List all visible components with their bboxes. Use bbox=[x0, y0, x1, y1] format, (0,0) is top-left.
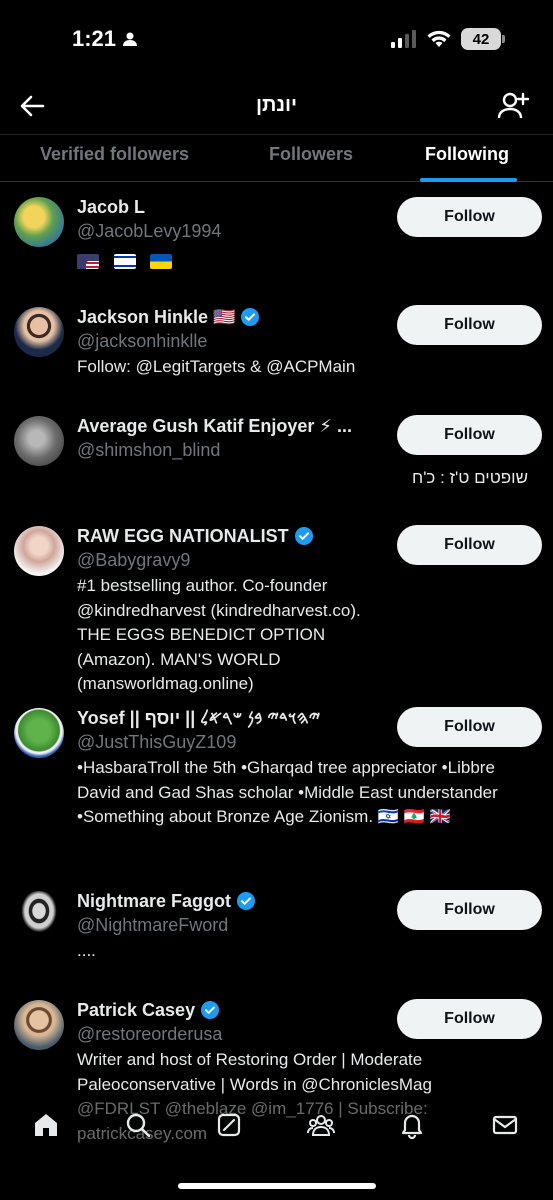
page-title: יונתן bbox=[255, 94, 298, 116]
status-time: 1:21 bbox=[72, 26, 138, 52]
user-name[interactable]: Nightmare Faggot bbox=[77, 891, 231, 912]
verified-badge-icon bbox=[237, 892, 256, 910]
wifi-icon bbox=[427, 30, 451, 47]
follow-button[interactable]: Follow bbox=[397, 999, 542, 1039]
follow-button[interactable]: Follow bbox=[397, 525, 542, 565]
tab-verified-followers[interactable]: Verified followers bbox=[40, 144, 189, 165]
follow-button[interactable]: Follow bbox=[397, 415, 542, 455]
avatar[interactable] bbox=[14, 708, 64, 758]
user-bio: .... bbox=[77, 941, 96, 960]
user-bio: #1 bestselling author. Co-founder @kindr… bbox=[77, 576, 361, 693]
battery-indicator: 42 bbox=[461, 28, 505, 50]
follow-button[interactable]: Follow bbox=[397, 707, 542, 747]
israel-flag-icon bbox=[113, 254, 136, 270]
battery-level: 42 bbox=[472, 30, 490, 48]
tab-followers[interactable]: Followers bbox=[269, 144, 353, 165]
avatar[interactable] bbox=[14, 891, 64, 941]
verified-badge-icon bbox=[201, 1001, 220, 1019]
avatar[interactable] bbox=[14, 416, 64, 466]
user-bio-flags bbox=[77, 249, 537, 274]
user-name[interactable]: RAW EGG NATIONALIST bbox=[77, 526, 289, 547]
person-icon bbox=[123, 32, 138, 46]
signal-icon bbox=[391, 30, 416, 48]
avatar[interactable] bbox=[14, 526, 64, 576]
avatar[interactable] bbox=[14, 197, 64, 247]
user-name[interactable]: Average Gush Katif Enjoyer ⚡ ... bbox=[77, 416, 352, 437]
follow-button[interactable]: Follow bbox=[397, 305, 542, 345]
communities-icon[interactable] bbox=[307, 1111, 335, 1139]
tab-following[interactable]: Following bbox=[425, 144, 509, 165]
add-user-icon[interactable] bbox=[497, 90, 529, 122]
ukraine-flag-icon bbox=[150, 254, 173, 270]
notifications-icon[interactable] bbox=[398, 1111, 426, 1139]
user-name[interactable]: Patrick Casey bbox=[77, 1000, 195, 1021]
grok-icon[interactable] bbox=[215, 1111, 243, 1139]
user-name[interactable]: Jackson Hinkle 🇺🇸 bbox=[77, 307, 235, 328]
messages-icon[interactable] bbox=[491, 1111, 519, 1139]
tab-bar: Verified followers Followers Following bbox=[0, 134, 553, 182]
user-name[interactable]: Yosef || 𐤉𐤄𐤅𐤃𐤉 𐤁𐤍 𐤔𐤓𐤀𐤋 || יוסף bbox=[77, 708, 320, 729]
follow-button[interactable]: Follow bbox=[397, 890, 542, 930]
top-bar: יונתן bbox=[0, 78, 553, 134]
active-tab-indicator bbox=[420, 178, 517, 182]
user-bio: Follow: @LegitTargets & @ACPMain bbox=[77, 357, 356, 376]
follow-button[interactable]: Follow bbox=[397, 197, 542, 237]
verified-badge-icon bbox=[294, 527, 313, 545]
user-bio: שופטים ט'ז : כ'ח bbox=[412, 468, 528, 487]
home-icon[interactable] bbox=[32, 1111, 60, 1139]
status-bar: 1:21 42 bbox=[0, 0, 553, 78]
avatar[interactable] bbox=[14, 307, 64, 357]
avatar[interactable] bbox=[14, 1000, 64, 1050]
search-icon[interactable] bbox=[124, 1111, 152, 1139]
verified-badge-icon bbox=[241, 308, 260, 326]
user-name[interactable]: Jacob L bbox=[77, 197, 145, 218]
user-bio: •HasbaraTroll the 5th •Gharqad tree appr… bbox=[77, 758, 498, 826]
home-indicator bbox=[178, 1183, 376, 1189]
status-time-text: 1:21 bbox=[72, 26, 117, 51]
status-right: 42 bbox=[391, 28, 505, 50]
us-flag-icon bbox=[77, 254, 99, 270]
